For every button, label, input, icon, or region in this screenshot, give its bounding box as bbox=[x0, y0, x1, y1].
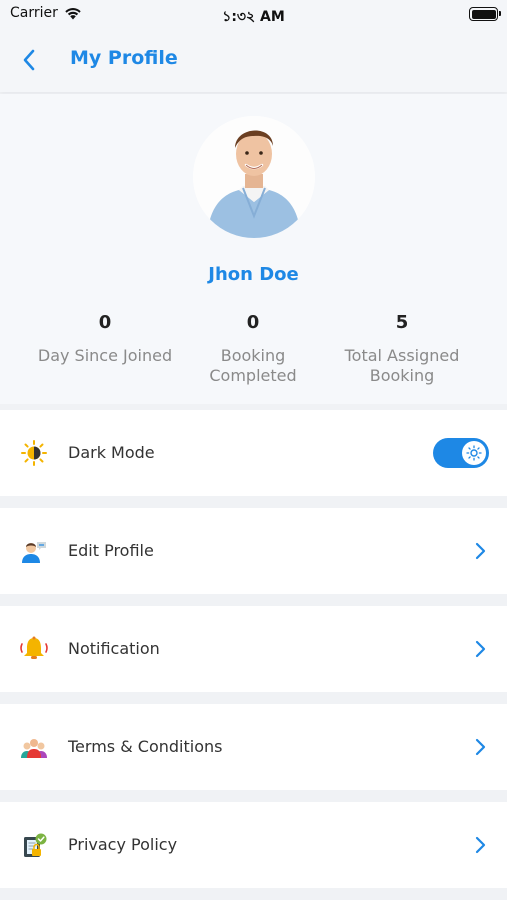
stat-label: Booking Completed bbox=[168, 346, 338, 386]
battery-icon bbox=[469, 7, 501, 21]
status-bar: Carrier ১:৩২ AM bbox=[0, 0, 507, 28]
people-icon bbox=[19, 733, 49, 761]
nav-bar: My Profile bbox=[0, 28, 507, 92]
user-edit-icon bbox=[19, 537, 49, 565]
stat-booking-completed: 0 Booking Completed bbox=[168, 312, 338, 386]
stat-label-line: Booking bbox=[369, 366, 435, 385]
stat-days-joined: 0 Day Since Joined bbox=[20, 312, 190, 366]
menu-item-privacy[interactable]: Privacy Policy bbox=[0, 802, 507, 888]
bell-icon bbox=[19, 635, 49, 663]
stat-value: 0 bbox=[98, 312, 112, 333]
menu-item-notification[interactable]: Notification bbox=[0, 606, 507, 692]
back-button[interactable] bbox=[18, 46, 44, 74]
menu-item-label: Terms & Conditions bbox=[68, 737, 223, 756]
avatar-image bbox=[193, 116, 315, 238]
stat-label: Total Assigned Booking bbox=[317, 346, 487, 386]
chevron-right-icon bbox=[475, 738, 486, 756]
stat-label-line: Total Assigned bbox=[344, 346, 460, 365]
stat-label-line: Day Since Joined bbox=[37, 346, 173, 365]
menu-item-label: Privacy Policy bbox=[68, 835, 178, 854]
menu-item-edit-profile[interactable]: Edit Profile bbox=[0, 508, 507, 594]
stat-label-line: Booking bbox=[220, 346, 286, 365]
dark-mode-toggle[interactable] bbox=[433, 438, 489, 468]
lock-document-icon bbox=[19, 831, 49, 859]
menu-item-terms[interactable]: Terms & Conditions bbox=[0, 704, 507, 790]
dark-mode-label: Dark Mode bbox=[68, 443, 155, 462]
dark-mode-row: Dark Mode bbox=[0, 410, 507, 496]
stat-total-assigned: 5 Total Assigned Booking bbox=[317, 312, 487, 386]
toggle-knob bbox=[462, 441, 486, 465]
profile-section: Jhon Doe 0 Day Since Joined 0 Booking Co… bbox=[0, 94, 507, 404]
sun-icon bbox=[466, 445, 482, 461]
user-name: Jhon Doe bbox=[208, 264, 299, 285]
status-time: ১:৩২ AM bbox=[222, 9, 285, 25]
chevron-left-icon bbox=[23, 49, 35, 71]
menu-item-label: Notification bbox=[68, 639, 160, 658]
chevron-right-icon bbox=[475, 542, 486, 560]
menu-item-label: Edit Profile bbox=[68, 541, 154, 560]
stat-value: 0 bbox=[246, 312, 260, 333]
chevron-right-icon bbox=[475, 836, 486, 854]
stat-label-line: Completed bbox=[209, 366, 297, 385]
chevron-right-icon bbox=[475, 640, 486, 658]
sun-moon-icon bbox=[19, 439, 49, 467]
stat-label: Day Since Joined bbox=[20, 346, 190, 366]
avatar[interactable] bbox=[193, 116, 315, 238]
stat-value: 5 bbox=[395, 312, 409, 333]
page-title: My Profile bbox=[70, 47, 178, 69]
